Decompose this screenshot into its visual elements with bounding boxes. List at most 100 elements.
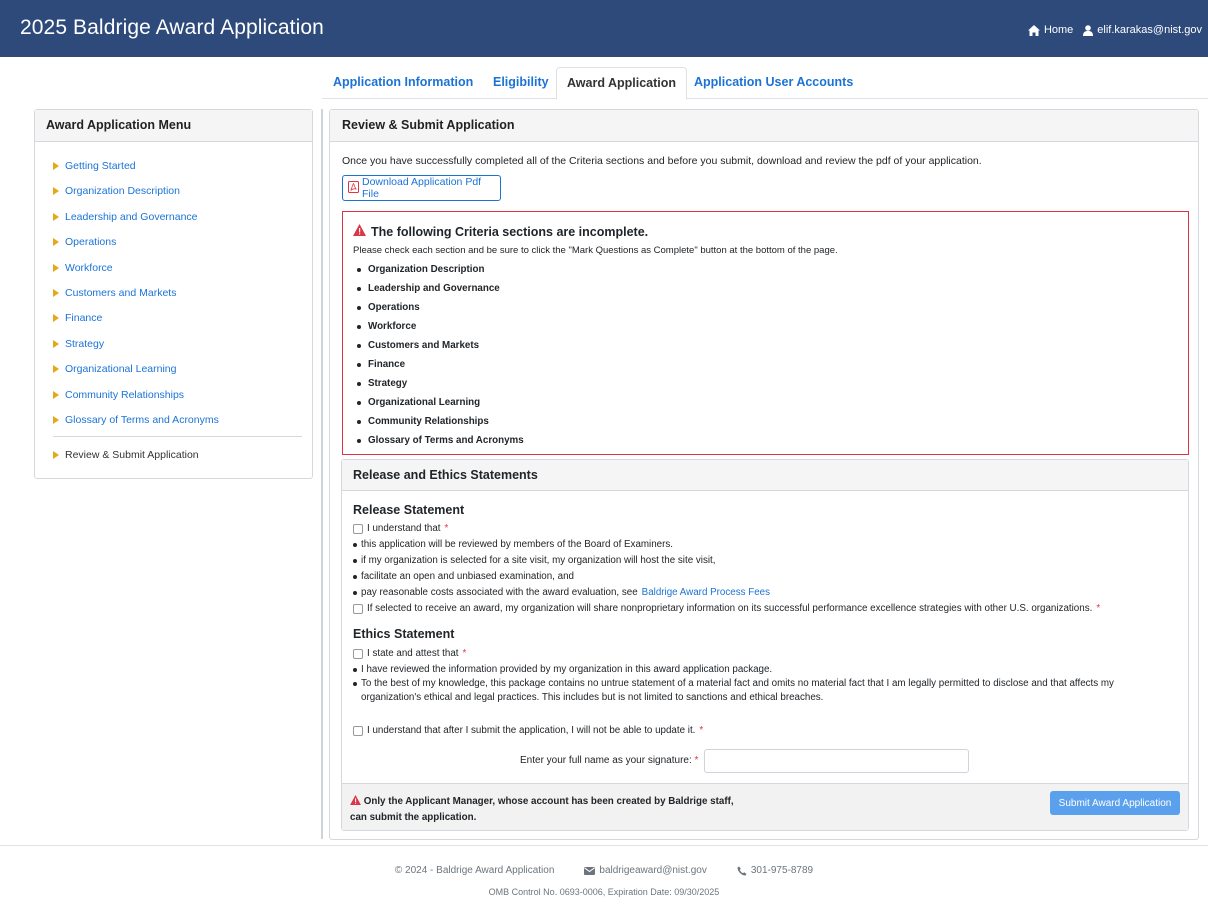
sidebar-item-operations[interactable]: Operations [53,236,116,248]
signature-label: Enter your full name as your signature: … [520,755,699,766]
sidebar-item-label: Organizational Learning [65,363,177,375]
footer-phone[interactable]: 301-975-8789 [737,865,813,876]
sidebar-item-review-submit[interactable]: Review & Submit Application [53,449,199,461]
user-account-link[interactable]: elif.karakas@nist.gov [1083,24,1202,36]
share-info-label: If selected to receive an award, my orga… [367,603,1093,614]
release-bullet: facilitate an open and unbiased examinat… [353,571,574,582]
main-tabs: Application Information Eligibility Awar… [322,67,1208,100]
vertical-divider [321,109,323,839]
submit-warning: Only the Applicant Manager, whose accoun… [350,794,734,825]
sidebar-item-getting-started[interactable]: Getting Started [53,160,136,172]
signature-input[interactable] [704,749,969,773]
footer-email[interactable]: baldrigeaward@nist.gov [584,865,707,876]
list-item: Organization Description [357,260,524,279]
sidebar-item-organization-description[interactable]: Organization Description [53,185,180,197]
caret-right-icon [53,416,59,424]
list-item: Organizational Learning [357,393,524,412]
user-icon [1083,24,1094,36]
required-mark: * [1096,603,1101,614]
sidebar-divider [53,436,302,437]
footer-copyright: © 2024 - Baldrige Award Application [394,865,555,876]
list-item: Customers and Markets [357,336,524,355]
sidebar-item-label: Finance [65,312,103,324]
sidebar-item-label: Glossary of Terms and Acronyms [65,414,219,426]
alert-subtitle: Please check each section and be sure to… [353,245,838,256]
ethics-attest-row: I state and attest that * [353,648,466,659]
sidebar-item-finance[interactable]: Finance [53,312,102,324]
sidebar-item-label: Organization Description [65,185,180,197]
sidebar-item-glossary[interactable]: Glossary of Terms and Acronyms [53,414,219,426]
top-navbar: 2025 Baldrige Award Application Home eli… [0,0,1208,57]
sidebar-item-label: Leadership and Governance [65,211,198,223]
sidebar-item-label: Community Relationships [65,389,185,401]
caret-right-icon [53,314,59,322]
submit-award-application-button[interactable]: Submit Award Application [1050,791,1180,815]
share-info-row: If selected to receive an award, my orga… [353,603,1100,614]
caret-right-icon [53,187,59,195]
ethics-statement-heading: Ethics Statement [353,627,455,641]
page-footer: © 2024 - Baldrige Award Application bald… [0,845,1208,911]
required-mark: * [444,523,449,534]
tab-application-user-accounts[interactable]: Application User Accounts [694,67,853,99]
release-bullet: pay reasonable costs associated with the… [353,587,770,598]
caret-right-icon [53,238,59,246]
tab-eligibility[interactable]: Eligibility [493,67,549,99]
incomplete-sections-alert: The following Criteria sections are inco… [342,211,1189,455]
intro-text: Once you have successfully completed all… [342,155,982,167]
ethics-attest-checkbox[interactable] [353,648,363,659]
sidebar-item-label: Getting Started [65,160,136,172]
release-understand-row: I understand that * [353,523,448,534]
share-info-checkbox[interactable] [353,603,363,614]
sidebar-item-community-relationships[interactable]: Community Relationships [53,389,184,401]
sidebar-item-label: Operations [65,236,117,248]
warning-line-1: Only the Applicant Manager, whose accoun… [363,796,734,807]
release-understand-label: I understand that [367,523,441,534]
caret-right-icon [53,340,59,348]
review-submit-card: Review & Submit Application Once you hav… [329,109,1199,840]
caret-right-icon [53,264,59,272]
download-pdf-button[interactable]: Download Application Pdf File [342,175,501,201]
release-understand-checkbox[interactable] [353,523,363,534]
award-application-menu: Award Application Menu Getting Started O… [34,109,313,479]
home-link[interactable]: Home [1027,24,1074,36]
list-item: Workforce [357,317,524,336]
caret-right-icon [53,289,59,297]
caret-right-icon [53,365,59,373]
envelope-icon [584,866,596,875]
top-links: Home elif.karakas@nist.gov [1027,24,1202,36]
caret-right-icon [53,391,59,399]
warning-line-2: can submit the application. [350,812,477,823]
ethics-attest-label: I state and attest that [367,648,459,659]
home-icon [1027,24,1040,36]
release-ethics-title: Release and Ethics Statements [342,460,1188,491]
process-fees-link[interactable]: Baldrige Award Process Fees [642,587,770,598]
pdf-icon [348,180,359,196]
sidebar-item-leadership-governance[interactable]: Leadership and Governance [53,211,198,223]
list-item: Glossary of Terms and Acronyms [357,431,524,450]
tab-award-application[interactable]: Award Application [556,67,688,100]
ethics-bullet: To the best of my knowledge, this packag… [353,677,1173,705]
list-item: Operations [357,298,524,317]
sidebar-item-customers-markets[interactable]: Customers and Markets [53,287,176,299]
required-mark: * [694,755,699,766]
home-label: Home [1043,24,1074,36]
download-pdf-label: Download Application Pdf File [362,176,482,200]
sidebar-item-workforce[interactable]: Workforce [53,262,113,274]
list-item: Strategy [357,374,524,393]
sidebar-item-label: Customers and Markets [65,287,177,299]
sidebar-item-organizational-learning[interactable]: Organizational Learning [53,363,177,375]
list-item: Finance [357,355,524,374]
warning-icon [353,224,366,239]
tab-application-information[interactable]: Application Information [333,67,473,99]
phone-icon [737,866,747,876]
release-bullet: this application will be reviewed by mem… [353,539,673,550]
list-item: Community Relationships [357,412,524,431]
warning-icon [350,795,361,810]
caret-right-icon [53,451,59,459]
sidebar-item-strategy[interactable]: Strategy [53,338,104,350]
no-update-checkbox[interactable] [353,725,363,736]
required-mark: * [699,725,704,736]
sidebar-item-label: Strategy [65,338,105,350]
footer-omb: OMB Control No. 0693-0006, Expiration Da… [488,887,720,897]
caret-right-icon [53,162,59,170]
